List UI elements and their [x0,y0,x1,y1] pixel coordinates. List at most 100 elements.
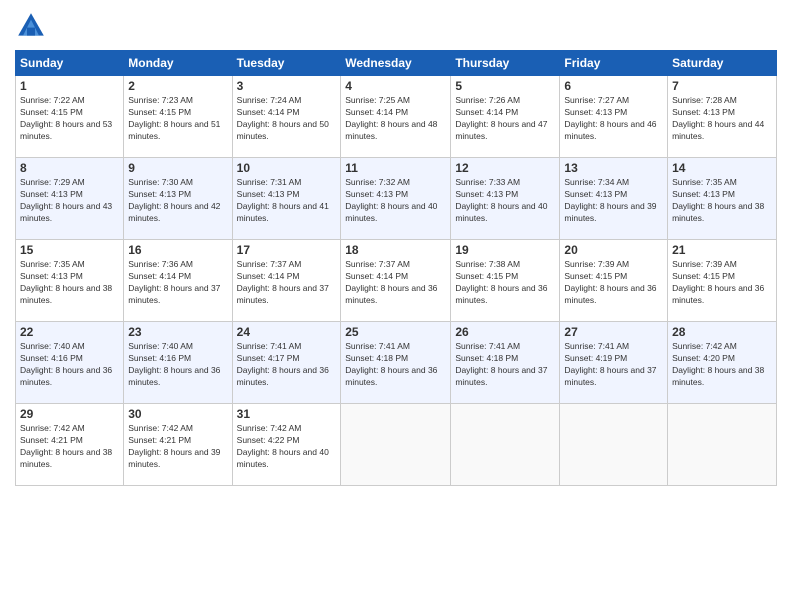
col-sunday: Sunday [16,51,124,76]
table-row: 1 Sunrise: 7:22 AM Sunset: 4:15 PM Dayli… [16,76,124,158]
day-info: Sunrise: 7:25 AM Sunset: 4:14 PM Dayligh… [345,95,446,143]
day-info: Sunrise: 7:23 AM Sunset: 4:15 PM Dayligh… [128,95,227,143]
day-number: 15 [20,243,119,257]
logo [15,10,51,42]
table-row: 13 Sunrise: 7:34 AM Sunset: 4:13 PM Dayl… [560,158,668,240]
day-info: Sunrise: 7:22 AM Sunset: 4:15 PM Dayligh… [20,95,119,143]
day-number: 11 [345,161,446,175]
table-row [341,404,451,486]
day-info: Sunrise: 7:41 AM Sunset: 4:19 PM Dayligh… [564,341,663,389]
table-row: 2 Sunrise: 7:23 AM Sunset: 4:15 PM Dayli… [124,76,232,158]
day-number: 8 [20,161,119,175]
day-info: Sunrise: 7:26 AM Sunset: 4:14 PM Dayligh… [455,95,555,143]
table-row: 21 Sunrise: 7:39 AM Sunset: 4:15 PM Dayl… [668,240,777,322]
day-number: 21 [672,243,772,257]
table-row: 7 Sunrise: 7:28 AM Sunset: 4:13 PM Dayli… [668,76,777,158]
day-number: 18 [345,243,446,257]
day-info: Sunrise: 7:41 AM Sunset: 4:17 PM Dayligh… [237,341,337,389]
table-row: 20 Sunrise: 7:39 AM Sunset: 4:15 PM Dayl… [560,240,668,322]
day-info: Sunrise: 7:38 AM Sunset: 4:15 PM Dayligh… [455,259,555,307]
day-info: Sunrise: 7:30 AM Sunset: 4:13 PM Dayligh… [128,177,227,225]
day-info: Sunrise: 7:39 AM Sunset: 4:15 PM Dayligh… [564,259,663,307]
day-info: Sunrise: 7:28 AM Sunset: 4:13 PM Dayligh… [672,95,772,143]
day-number: 23 [128,325,227,339]
day-number: 17 [237,243,337,257]
day-info: Sunrise: 7:42 AM Sunset: 4:20 PM Dayligh… [672,341,772,389]
table-row: 4 Sunrise: 7:25 AM Sunset: 4:14 PM Dayli… [341,76,451,158]
header [15,10,777,42]
day-number: 25 [345,325,446,339]
day-info: Sunrise: 7:37 AM Sunset: 4:14 PM Dayligh… [345,259,446,307]
calendar-row: 1 Sunrise: 7:22 AM Sunset: 4:15 PM Dayli… [16,76,777,158]
table-row: 10 Sunrise: 7:31 AM Sunset: 4:13 PM Dayl… [232,158,341,240]
day-info: Sunrise: 7:42 AM Sunset: 4:21 PM Dayligh… [128,423,227,471]
table-row: 17 Sunrise: 7:37 AM Sunset: 4:14 PM Dayl… [232,240,341,322]
col-monday: Monday [124,51,232,76]
day-info: Sunrise: 7:29 AM Sunset: 4:13 PM Dayligh… [20,177,119,225]
day-number: 30 [128,407,227,421]
day-info: Sunrise: 7:40 AM Sunset: 4:16 PM Dayligh… [128,341,227,389]
day-number: 10 [237,161,337,175]
day-info: Sunrise: 7:27 AM Sunset: 4:13 PM Dayligh… [564,95,663,143]
table-row: 25 Sunrise: 7:41 AM Sunset: 4:18 PM Dayl… [341,322,451,404]
calendar-header-row: Sunday Monday Tuesday Wednesday Thursday… [16,51,777,76]
day-number: 13 [564,161,663,175]
day-number: 2 [128,79,227,93]
day-info: Sunrise: 7:32 AM Sunset: 4:13 PM Dayligh… [345,177,446,225]
calendar: Sunday Monday Tuesday Wednesday Thursday… [15,50,777,486]
calendar-row: 8 Sunrise: 7:29 AM Sunset: 4:13 PM Dayli… [16,158,777,240]
col-wednesday: Wednesday [341,51,451,76]
table-row: 23 Sunrise: 7:40 AM Sunset: 4:16 PM Dayl… [124,322,232,404]
table-row: 31 Sunrise: 7:42 AM Sunset: 4:22 PM Dayl… [232,404,341,486]
day-info: Sunrise: 7:34 AM Sunset: 4:13 PM Dayligh… [564,177,663,225]
table-row: 27 Sunrise: 7:41 AM Sunset: 4:19 PM Dayl… [560,322,668,404]
day-info: Sunrise: 7:24 AM Sunset: 4:14 PM Dayligh… [237,95,337,143]
day-number: 4 [345,79,446,93]
day-number: 1 [20,79,119,93]
day-number: 31 [237,407,337,421]
day-info: Sunrise: 7:40 AM Sunset: 4:16 PM Dayligh… [20,341,119,389]
day-info: Sunrise: 7:31 AM Sunset: 4:13 PM Dayligh… [237,177,337,225]
col-thursday: Thursday [451,51,560,76]
calendar-row: 22 Sunrise: 7:40 AM Sunset: 4:16 PM Dayl… [16,322,777,404]
day-number: 29 [20,407,119,421]
day-number: 7 [672,79,772,93]
page: Sunday Monday Tuesday Wednesday Thursday… [0,0,792,612]
day-info: Sunrise: 7:35 AM Sunset: 4:13 PM Dayligh… [672,177,772,225]
col-friday: Friday [560,51,668,76]
day-number: 12 [455,161,555,175]
day-info: Sunrise: 7:42 AM Sunset: 4:21 PM Dayligh… [20,423,119,471]
day-number: 6 [564,79,663,93]
calendar-row: 15 Sunrise: 7:35 AM Sunset: 4:13 PM Dayl… [16,240,777,322]
table-row: 3 Sunrise: 7:24 AM Sunset: 4:14 PM Dayli… [232,76,341,158]
table-row: 30 Sunrise: 7:42 AM Sunset: 4:21 PM Dayl… [124,404,232,486]
logo-icon [15,10,47,42]
table-row: 15 Sunrise: 7:35 AM Sunset: 4:13 PM Dayl… [16,240,124,322]
table-row: 12 Sunrise: 7:33 AM Sunset: 4:13 PM Dayl… [451,158,560,240]
day-number: 22 [20,325,119,339]
table-row: 16 Sunrise: 7:36 AM Sunset: 4:14 PM Dayl… [124,240,232,322]
day-number: 28 [672,325,772,339]
day-number: 14 [672,161,772,175]
day-info: Sunrise: 7:39 AM Sunset: 4:15 PM Dayligh… [672,259,772,307]
col-tuesday: Tuesday [232,51,341,76]
day-number: 5 [455,79,555,93]
day-info: Sunrise: 7:33 AM Sunset: 4:13 PM Dayligh… [455,177,555,225]
table-row: 22 Sunrise: 7:40 AM Sunset: 4:16 PM Dayl… [16,322,124,404]
day-info: Sunrise: 7:35 AM Sunset: 4:13 PM Dayligh… [20,259,119,307]
table-row: 29 Sunrise: 7:42 AM Sunset: 4:21 PM Dayl… [16,404,124,486]
table-row: 11 Sunrise: 7:32 AM Sunset: 4:13 PM Dayl… [341,158,451,240]
day-info: Sunrise: 7:41 AM Sunset: 4:18 PM Dayligh… [345,341,446,389]
day-number: 16 [128,243,227,257]
day-number: 27 [564,325,663,339]
day-info: Sunrise: 7:41 AM Sunset: 4:18 PM Dayligh… [455,341,555,389]
table-row [668,404,777,486]
table-row: 8 Sunrise: 7:29 AM Sunset: 4:13 PM Dayli… [16,158,124,240]
table-row: 19 Sunrise: 7:38 AM Sunset: 4:15 PM Dayl… [451,240,560,322]
table-row: 18 Sunrise: 7:37 AM Sunset: 4:14 PM Dayl… [341,240,451,322]
table-row: 24 Sunrise: 7:41 AM Sunset: 4:17 PM Dayl… [232,322,341,404]
day-number: 24 [237,325,337,339]
day-number: 26 [455,325,555,339]
table-row: 9 Sunrise: 7:30 AM Sunset: 4:13 PM Dayli… [124,158,232,240]
day-number: 3 [237,79,337,93]
